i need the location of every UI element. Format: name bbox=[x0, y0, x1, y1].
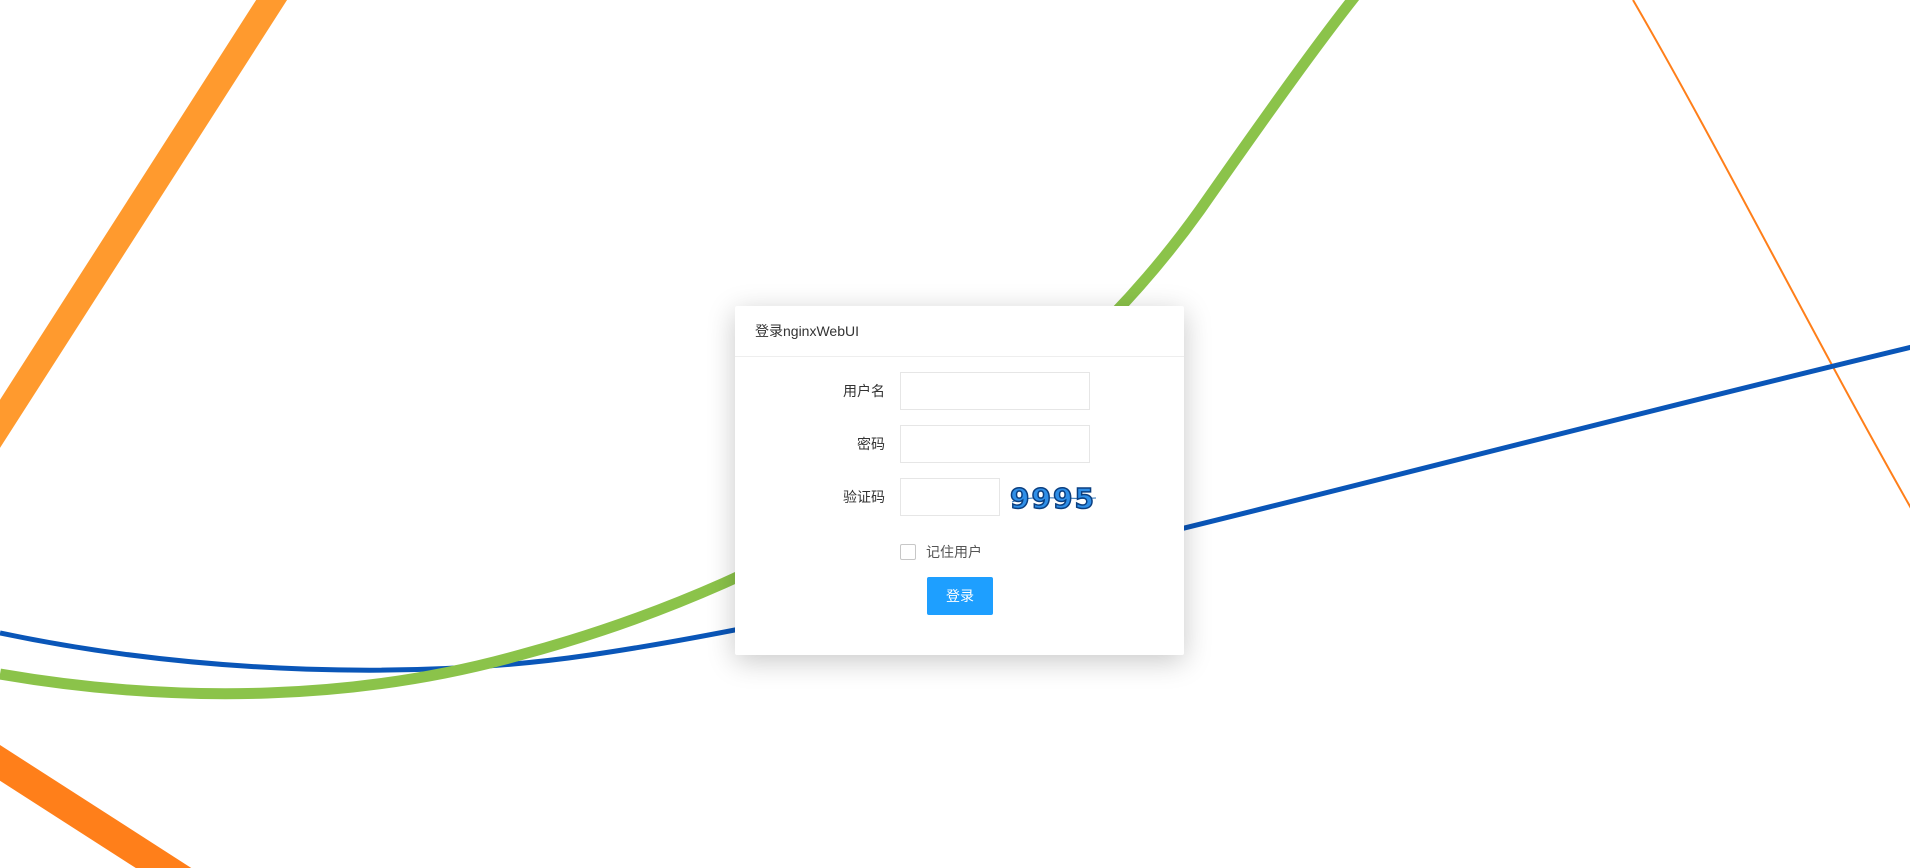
checkbox-box[interactable] bbox=[900, 544, 916, 560]
orange-ribbon-bottom-left bbox=[0, 745, 192, 868]
password-row: 密码 bbox=[735, 425, 1184, 463]
orange-thin-line-right bbox=[1632, 0, 1910, 509]
captcha-image[interactable]: 9995 bbox=[1006, 478, 1106, 516]
remember-user-checkbox[interactable]: 记住用户 bbox=[900, 542, 982, 562]
username-input[interactable] bbox=[900, 372, 1090, 410]
captcha-label: 验证码 bbox=[843, 489, 885, 505]
orange-ribbon-top-left bbox=[0, 0, 288, 448]
login-page: 登录nginxWebUI 用户名 密码 验证码 9995 记住用户 登录 bbox=[0, 0, 1910, 868]
username-row: 用户名 bbox=[735, 372, 1184, 410]
captcha-input[interactable] bbox=[900, 478, 1000, 516]
password-label: 密码 bbox=[857, 436, 885, 452]
login-button[interactable]: 登录 bbox=[927, 577, 993, 615]
captcha-row: 验证码 9995 bbox=[735, 478, 1184, 516]
login-title: 登录nginxWebUI bbox=[735, 306, 1184, 357]
username-label: 用户名 bbox=[843, 383, 885, 399]
captcha-text: 9995 bbox=[1010, 482, 1096, 515]
login-card: 登录nginxWebUI 用户名 密码 验证码 9995 记住用户 登录 bbox=[735, 306, 1184, 655]
remember-user-label: 记住用户 bbox=[926, 544, 982, 560]
password-input[interactable] bbox=[900, 425, 1090, 463]
